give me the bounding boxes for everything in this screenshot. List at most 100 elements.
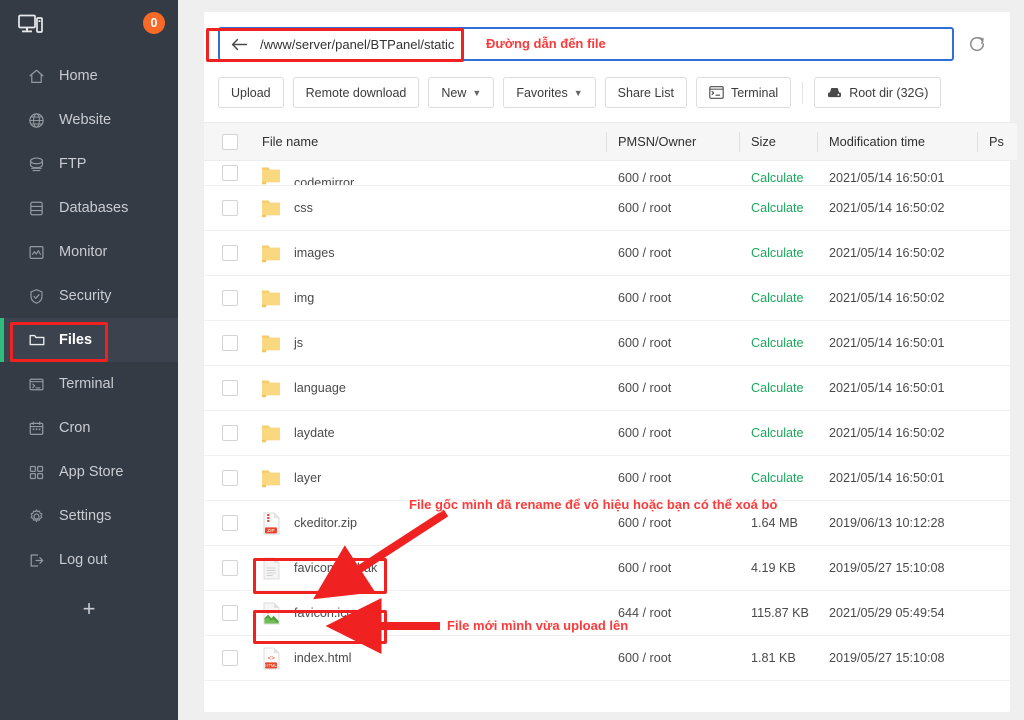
terminal-button[interactable]: Terminal — [696, 77, 791, 108]
select-all-checkbox[interactable] — [222, 134, 238, 150]
sidebar-item-settings[interactable]: Settings — [0, 494, 178, 538]
sidebar-item-monitor[interactable]: Monitor — [0, 230, 178, 274]
row-select-cell — [204, 231, 250, 276]
table-row[interactable]: favicon.ico644 / root115.87 KB2021/05/29… — [204, 591, 1017, 636]
file-table: File name PMSN/Owner Size Modification t… — [204, 122, 1017, 681]
svg-text:<>: <> — [267, 655, 275, 662]
sidebar-item-databases[interactable]: Databases — [0, 186, 178, 230]
row-size-calculate-link[interactable]: Calculate — [739, 291, 817, 305]
row-checkbox[interactable] — [222, 200, 238, 216]
row-checkbox[interactable] — [222, 380, 238, 396]
row-size-calculate-link[interactable]: Calculate — [739, 336, 817, 350]
row-owner: 600 / root — [606, 651, 739, 665]
sidebar-item-home[interactable]: Home — [0, 54, 178, 98]
row-select-cell — [204, 276, 250, 321]
arrow-left-icon[interactable] — [220, 29, 258, 59]
table-row[interactable]: layer600 / rootCalculate2021/05/14 16:50… — [204, 456, 1017, 501]
column-header-size[interactable]: Size — [739, 123, 817, 161]
table-row[interactable]: images600 / rootCalculate2021/05/14 16:5… — [204, 231, 1017, 276]
sidebar-item-log-out[interactable]: Log out — [0, 538, 178, 582]
column-header-ps[interactable]: Ps — [977, 123, 1017, 161]
sidebar-item-ftp[interactable]: FTP — [0, 142, 178, 186]
row-name-cell: img — [250, 276, 606, 321]
column-header-owner[interactable]: PMSN/Owner — [606, 123, 739, 161]
path-input-container[interactable]: /www/server/panel/BTPanel/static — [218, 27, 954, 61]
upload-button[interactable]: Upload — [218, 77, 284, 108]
row-file-name[interactable]: img — [294, 291, 314, 305]
sidebar-item-files[interactable]: Files — [0, 318, 178, 362]
table-row[interactable]: js 600 / rootCalculate2021/05/14 16:50:01 — [204, 321, 1017, 366]
table-row[interactable]: language600 / rootCalculate2021/05/14 16… — [204, 366, 1017, 411]
image-file-icon — [260, 601, 282, 625]
row-file-name[interactable]: js — [294, 336, 303, 350]
row-mtime-cell: 2021/05/14 16:50:02 — [817, 411, 977, 456]
remote-download-button[interactable]: Remote download — [293, 77, 420, 108]
terminal-icon — [27, 375, 46, 394]
table-row[interactable]: img600 / rootCalculate2021/05/14 16:50:0… — [204, 276, 1017, 321]
row-size-calculate-link[interactable]: Calculate — [739, 201, 817, 215]
row-modification-time: 2021/05/14 16:50:02 — [817, 291, 977, 305]
column-header-label: Modification time — [817, 134, 977, 149]
row-select-cell — [204, 591, 250, 636]
sidebar-item-app-store[interactable]: App Store — [0, 450, 178, 494]
row-size-calculate-link[interactable]: Calculate — [739, 381, 817, 395]
row-checkbox[interactable] — [222, 165, 238, 181]
row-owner: 600 / root — [606, 336, 739, 350]
table-row[interactable]: laydate 600 / rootCalculate2021/05/14 16:… — [204, 411, 1017, 456]
sidebar-item-cron[interactable]: Cron — [0, 406, 178, 450]
row-checkbox[interactable] — [222, 425, 238, 441]
row-file-name[interactable]: language — [294, 381, 346, 395]
row-checkbox[interactable] — [222, 515, 238, 531]
row-file-name[interactable]: laydate — [294, 426, 335, 440]
row-owner: 600 / root — [606, 426, 739, 440]
root-dir-button[interactable]: Root dir (32G) — [814, 77, 941, 108]
row-ps-cell — [977, 366, 1017, 411]
row-ps-cell — [977, 276, 1017, 321]
column-header-file-name[interactable]: File name — [250, 123, 606, 161]
row-size: 1.81 KB — [739, 651, 817, 665]
svg-text:HTML: HTML — [265, 663, 277, 668]
row-checkbox[interactable] — [222, 470, 238, 486]
row-file-name[interactable]: codemirror — [294, 176, 354, 185]
path-input[interactable]: /www/server/panel/BTPanel/static — [258, 37, 454, 52]
row-checkbox[interactable] — [222, 290, 238, 306]
new-button[interactable]: New ▼ — [428, 77, 494, 108]
row-select-cell — [204, 161, 250, 186]
row-file-name[interactable]: favicon.ico — [294, 606, 354, 620]
table-row[interactable]: css600 / rootCalculate2021/05/14 16:50:0… — [204, 186, 1017, 231]
row-select-cell — [204, 501, 250, 546]
row-file-name[interactable]: images — [294, 246, 335, 260]
row-checkbox[interactable] — [222, 650, 238, 666]
row-file-name[interactable]: layer — [294, 471, 321, 485]
row-checkbox[interactable] — [222, 560, 238, 576]
column-header-label: Size — [739, 134, 817, 149]
row-file-name[interactable]: index.html — [294, 651, 351, 665]
row-size-calculate-link[interactable]: Calculate — [739, 471, 817, 485]
row-checkbox[interactable] — [222, 245, 238, 261]
share-list-button[interactable]: Share List — [605, 77, 687, 108]
row-owner: 600 / root — [606, 516, 739, 530]
row-size-calculate-link[interactable]: Calculate — [739, 426, 817, 440]
row-checkbox[interactable] — [222, 605, 238, 621]
row-file-name[interactable]: css — [294, 201, 313, 215]
row-file-name[interactable]: favicon.ico.bak — [294, 561, 377, 575]
sidebar-item-terminal[interactable]: Terminal — [0, 362, 178, 406]
row-mtime-cell: 2021/05/14 16:50:01 — [817, 321, 977, 366]
table-row[interactable]: codemirror600 / rootCalculate2021/05/14 … — [204, 161, 1017, 186]
favorites-button[interactable]: Favorites ▼ — [503, 77, 595, 108]
row-file-name[interactable]: ckeditor.zip — [294, 516, 357, 530]
refresh-icon[interactable] — [960, 27, 994, 61]
row-checkbox[interactable] — [222, 335, 238, 351]
sidebar-item-website[interactable]: Website — [0, 98, 178, 142]
table-row[interactable]: ZIPckeditor.zip600 / root1.64 MB2019/06/… — [204, 501, 1017, 546]
row-name-cell: favicon.ico — [250, 591, 606, 636]
row-size-calculate-link[interactable]: Calculate — [739, 171, 817, 185]
row-owner: 600 / root — [606, 171, 739, 185]
table-row[interactable]: <>HTMLindex.html600 / root1.81 KB2019/05… — [204, 636, 1017, 681]
row-size-calculate-link[interactable]: Calculate — [739, 246, 817, 260]
add-button[interactable]: + — [0, 586, 178, 632]
notification-badge[interactable]: 0 — [143, 12, 165, 34]
table-row[interactable]: favicon.ico.bak600 / root4.19 KB2019/05/… — [204, 546, 1017, 591]
sidebar-item-security[interactable]: Security — [0, 274, 178, 318]
column-header-modification-time[interactable]: Modification time — [817, 123, 977, 161]
